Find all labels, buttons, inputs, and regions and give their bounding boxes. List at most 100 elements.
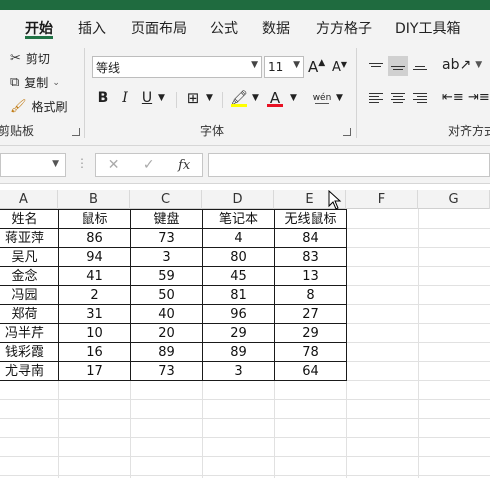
table-cell[interactable]: 84 [274, 228, 347, 248]
confirm-icon[interactable]: ✓ [143, 157, 155, 173]
table-cell[interactable]: 83 [274, 247, 347, 267]
column-header-c[interactable]: C [130, 190, 202, 209]
table-cell[interactable]: 41 [58, 266, 131, 286]
table-cell[interactable]: 金念 [0, 266, 59, 286]
table-row: 冯半芹 10 20 29 29 [0, 323, 347, 343]
clipboard-dialog-launcher-icon[interactable] [72, 128, 80, 136]
table-cell[interactable]: 73 [130, 361, 203, 381]
tab-insert[interactable]: 插入 [78, 18, 106, 38]
align-top-icon[interactable] [366, 56, 386, 76]
table-cell[interactable]: 蒋亚萍 [0, 228, 59, 248]
formula-bar-splitter[interactable]: ⋮ [76, 156, 88, 170]
table-cell[interactable]: 59 [130, 266, 203, 286]
header-cell[interactable]: 无线鼠标 [274, 209, 347, 229]
table-cell[interactable]: 96 [202, 304, 275, 324]
phonetic-guide-button[interactable]: wén [312, 88, 332, 108]
underline-button[interactable]: U [140, 88, 154, 108]
table-cell[interactable]: 78 [274, 342, 347, 362]
separator [222, 92, 223, 108]
tab-formulas[interactable]: 公式 [210, 18, 238, 38]
table-cell[interactable]: 吴凡 [0, 247, 59, 267]
align-bottom-icon[interactable] [410, 56, 430, 76]
chevron-down-icon[interactable]: ▼ [206, 93, 213, 103]
header-cell[interactable]: 笔记本 [202, 209, 275, 229]
column-header-f[interactable]: F [346, 190, 418, 209]
table-cell[interactable]: 冯半芹 [0, 323, 59, 343]
table-header-row: 姓名 鼠标 键盘 笔记本 无线鼠标 [0, 209, 347, 229]
align-right-icon[interactable] [410, 88, 430, 108]
table-cell[interactable]: 45 [202, 266, 275, 286]
tab-fangfang-gezi[interactable]: 方方格子 [316, 18, 372, 38]
increase-font-size-button[interactable]: A ▲ [308, 58, 325, 76]
chevron-down-icon[interactable]: ▼ [336, 93, 343, 103]
table-cell[interactable]: 86 [58, 228, 131, 248]
font-size-select[interactable]: 11 ▼ [264, 56, 304, 78]
text-orientation-icon[interactable]: ab↗ ▼ [442, 57, 482, 73]
tab-page-layout[interactable]: 页面布局 [131, 18, 187, 38]
tab-data[interactable]: 数据 [262, 18, 290, 38]
table-cell[interactable]: 10 [58, 323, 131, 343]
chevron-down-icon: ⌄ [52, 77, 60, 88]
column-header-b[interactable]: B [58, 190, 130, 209]
borders-icon[interactable]: ⊞ [184, 88, 202, 108]
worksheet[interactable]: A B C D E F G 姓名 鼠标 键盘 笔记本 无线鼠标 蒋亚萍 86 73 4 84 吴凡 9… [0, 190, 490, 478]
formula-input[interactable] [208, 153, 490, 177]
tab-diy-toolbox[interactable]: DIY工具箱 [395, 18, 460, 38]
table-cell[interactable]: 2 [58, 285, 131, 305]
table-cell[interactable]: 80 [202, 247, 275, 267]
align-middle-icon[interactable] [388, 56, 408, 76]
up-arrow-icon: ▲ [318, 58, 326, 68]
table-cell[interactable]: 29 [274, 323, 347, 343]
decrease-indent-icon[interactable]: ⇤≡ [442, 90, 464, 105]
italic-button[interactable]: I [118, 88, 132, 108]
table-cell[interactable]: 64 [274, 361, 347, 381]
table-cell[interactable]: 13 [274, 266, 347, 286]
cancel-icon[interactable]: ✕ [108, 157, 120, 173]
table-cell[interactable]: 钱彩霞 [0, 342, 59, 362]
decrease-font-size-button[interactable]: A ▼ [332, 60, 347, 75]
table-cell[interactable]: 郑荷 [0, 304, 59, 324]
chevron-down-icon[interactable]: ▼ [158, 93, 165, 103]
column-header-a[interactable]: A [0, 190, 58, 209]
table-cell[interactable]: 17 [58, 361, 131, 381]
chevron-down-icon[interactable]: ▼ [290, 93, 297, 103]
table-cell[interactable]: 89 [130, 342, 203, 362]
table-cell[interactable]: 40 [130, 304, 203, 324]
chevron-down-icon[interactable]: ▼ [252, 93, 259, 103]
table-cell[interactable]: 27 [274, 304, 347, 324]
table-cell[interactable]: 89 [202, 342, 275, 362]
table-cell[interactable]: 20 [130, 323, 203, 343]
increase-indent-icon[interactable]: ⇥≡ [468, 90, 490, 105]
data-table[interactable]: 姓名 鼠标 键盘 笔记本 无线鼠标 蒋亚萍 86 73 4 84 吴凡 94 3 80 83 金念 41 59 45… [0, 209, 347, 381]
table-cell[interactable]: 29 [202, 323, 275, 343]
table-cell[interactable]: 94 [58, 247, 131, 267]
table-cell[interactable]: 3 [202, 361, 275, 381]
name-box[interactable]: ▼ [0, 153, 66, 177]
align-left-icon[interactable] [366, 88, 386, 108]
table-cell[interactable]: 4 [202, 228, 275, 248]
header-cell[interactable]: 姓名 [0, 209, 59, 229]
bold-button[interactable]: B [96, 88, 110, 108]
table-cell[interactable]: 31 [58, 304, 131, 324]
font-dialog-launcher-icon[interactable] [343, 128, 351, 136]
font-name-select[interactable]: 等线 ▼ [92, 56, 262, 78]
table-cell[interactable]: 8 [274, 285, 347, 305]
table-cell[interactable]: 81 [202, 285, 275, 305]
format-painter-button[interactable]: 🖌 格式刷 [10, 98, 68, 115]
table-cell[interactable]: 3 [130, 247, 203, 267]
column-header-g[interactable]: G [418, 190, 490, 209]
header-cell[interactable]: 鼠标 [58, 209, 131, 229]
align-center-icon[interactable] [388, 88, 408, 108]
copy-button[interactable]: ⧉ 复制 ⌄ [10, 74, 60, 91]
column-header-d[interactable]: D [202, 190, 274, 209]
table-cell[interactable]: 73 [130, 228, 203, 248]
table-cell[interactable]: 尤寻南 [0, 361, 59, 381]
formula-controls: ✕ ✓ fx [95, 153, 203, 177]
insert-function-icon[interactable]: fx [178, 158, 190, 173]
table-cell[interactable]: 16 [58, 342, 131, 362]
cut-button[interactable]: ✂ 剪切 [10, 50, 50, 67]
tab-home[interactable]: 开始 [25, 18, 53, 38]
header-cell[interactable]: 键盘 [130, 209, 203, 229]
table-cell[interactable]: 50 [130, 285, 203, 305]
table-cell[interactable]: 冯园 [0, 285, 59, 305]
